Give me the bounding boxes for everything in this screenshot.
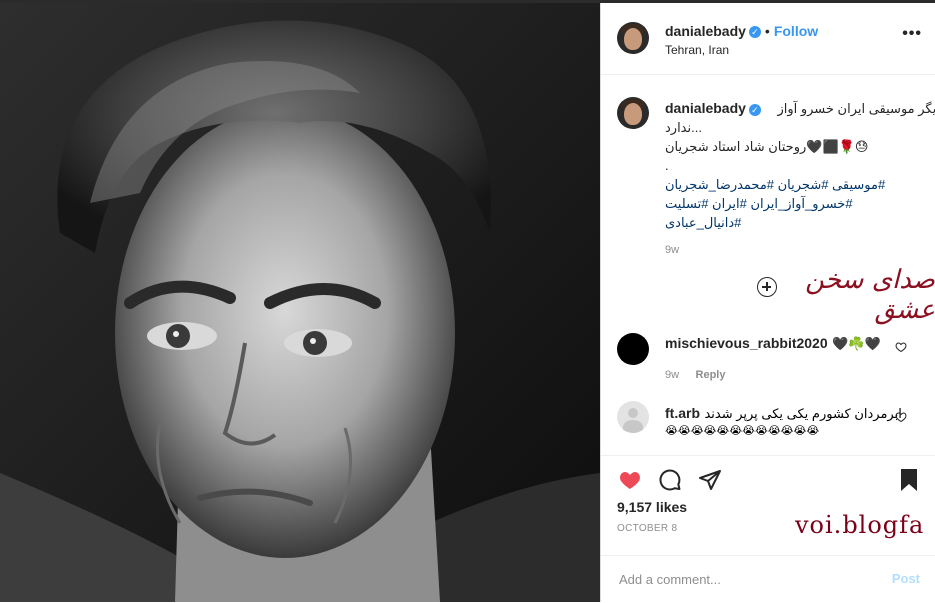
comment-emoji: 😭😭😭😭😭😭😭😭😭😭😭😭 — [665, 425, 820, 437]
commenter-avatar[interactable] — [617, 401, 649, 433]
post-sidebar: danialebady ✓ • Follow Tehran, Iran ••• dan… — [600, 3, 935, 602]
comment-text: ابرمردان کشورم یکی یکی پرپر شدند — [704, 406, 902, 421]
post-location[interactable]: Tehran, Iran — [665, 43, 729, 57]
heart-icon[interactable] — [895, 341, 907, 353]
heart-icon[interactable] — [895, 411, 907, 423]
verified-icon: ✓ — [748, 103, 761, 116]
follow-button[interactable]: Follow — [774, 23, 818, 39]
comment-text: 🖤☘️🖤 — [832, 336, 881, 351]
heart-icon[interactable] — [617, 468, 643, 492]
bookmark-icon[interactable] — [898, 468, 920, 492]
share-icon[interactable] — [697, 468, 723, 492]
separator-dot: • — [764, 23, 770, 39]
comment-input[interactable] — [617, 568, 871, 590]
comment-username[interactable]: ft.arb — [665, 405, 700, 421]
caption-age: 9w — [665, 244, 680, 256]
comment-username[interactable]: mischievous_rabbit2020 — [665, 335, 828, 351]
comment: mischievous_rabbit2020 🖤☘️🖤 — [665, 335, 881, 353]
post-date: OCTOBER 8 — [617, 523, 678, 534]
reply-button[interactable]: Reply — [696, 369, 726, 381]
watermark: voi.blogfa — [795, 511, 925, 539]
post-photo[interactable] — [0, 3, 600, 602]
post-header: danialebady ✓ • Follow Tehran, Iran ••• — [601, 3, 935, 75]
hashtag-line[interactable]: #دانیال_عبادی — [665, 213, 741, 232]
commenter-avatar[interactable] — [617, 333, 649, 365]
comment-age: 9w — [665, 369, 680, 381]
caption-line: . — [665, 158, 669, 173]
add-comment-bar: Post — [601, 555, 935, 603]
portrait-image — [0, 3, 600, 602]
more-icon[interactable]: ••• — [902, 25, 922, 43]
comment-icon[interactable] — [657, 468, 683, 492]
hashtag-line[interactable]: #خسرو_آواز_ایران #ایران #تسلیت — [665, 194, 853, 213]
signature-overlay: صدای سخن عشق — [805, 265, 935, 325]
action-bar — [601, 455, 935, 491]
add-icon[interactable] — [757, 277, 777, 297]
caption-line: ...ندارد — [665, 120, 702, 135]
comment-meta: 9w Reply — [665, 365, 725, 383]
verified-icon: ✓ — [748, 25, 761, 38]
comment: ft.arb ابرمردان کشورم یکی یکی پرپر شدند — [665, 405, 902, 423]
hashtag-line[interactable]: #موسیقی #شجریان #محمدرضا_شجریان — [665, 175, 885, 194]
caption-line: 😓🌹⬛🖤روحتان شاد استاد شجریان — [665, 139, 869, 154]
caption-username[interactable]: danialebady — [665, 100, 746, 116]
likes-count[interactable]: 9,157 likes — [617, 499, 687, 515]
post-button[interactable]: Post — [892, 571, 920, 586]
author-avatar[interactable] — [617, 22, 649, 54]
caption-avatar[interactable] — [617, 97, 649, 129]
author-username[interactable]: danialebady — [665, 23, 746, 39]
caption-line: دیگر موسیقی ایران خسرو آواز — [777, 101, 935, 116]
